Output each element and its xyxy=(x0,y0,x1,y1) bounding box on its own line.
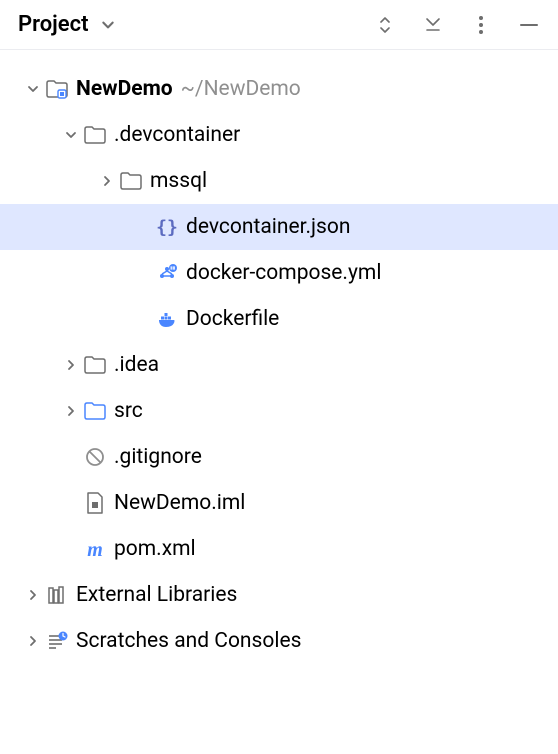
tree-item-label: src xyxy=(114,399,143,423)
tree-folder-row[interactable]: .devcontainer xyxy=(0,112,558,158)
tree-file-row[interactable]: m pom.xml xyxy=(0,526,558,572)
tree-libraries-row[interactable]: External Libraries xyxy=(0,572,558,618)
tree-scratches-row[interactable]: Scratches and Consoles xyxy=(0,618,558,664)
tree-folder-row[interactable]: mssql xyxy=(0,158,558,204)
tree-item-label: docker-compose.yml xyxy=(186,261,381,285)
tree-item-label: devcontainer.json xyxy=(186,215,350,239)
tree-item-label: NewDemo xyxy=(76,77,173,101)
tree-file-row-selected[interactable]: {} devcontainer.json xyxy=(0,204,558,250)
folder-icon xyxy=(118,171,144,191)
tree-item-label: Scratches and Consoles xyxy=(76,629,301,653)
panel-title: Project xyxy=(18,12,89,37)
tree-item-label: Dockerfile xyxy=(186,307,279,331)
tree-folder-row[interactable]: .idea xyxy=(0,342,558,388)
chevron-down-icon xyxy=(97,14,119,36)
more-icon[interactable] xyxy=(470,14,492,36)
chevron-right-icon[interactable] xyxy=(60,405,82,417)
chevron-right-icon[interactable] xyxy=(22,589,44,601)
tree-item-label: NewDemo.iml xyxy=(114,491,245,515)
maven-pom-icon: m xyxy=(82,538,108,560)
tree-root-row[interactable]: NewDemo ~/NewDemo xyxy=(0,66,558,112)
svg-text:{}: {} xyxy=(156,217,178,238)
svg-text:m: m xyxy=(87,539,103,560)
tree-file-row[interactable]: docker-compose.yml xyxy=(0,250,558,296)
tree-item-label: .idea xyxy=(114,353,159,377)
panel-title-group[interactable]: Project xyxy=(18,12,119,37)
folder-icon xyxy=(82,355,108,375)
tree-item-path: ~/NewDemo xyxy=(181,77,301,101)
chevron-down-icon[interactable] xyxy=(22,83,44,95)
iml-file-icon xyxy=(82,492,108,514)
docker-compose-icon xyxy=(154,262,180,284)
tree-item-label: External Libraries xyxy=(76,583,237,607)
chevron-right-icon[interactable] xyxy=(96,175,118,187)
folder-icon xyxy=(82,125,108,145)
gitignore-icon xyxy=(82,446,108,468)
minimize-icon[interactable] xyxy=(518,14,540,36)
chevron-down-icon[interactable] xyxy=(60,129,82,141)
dockerfile-icon xyxy=(154,308,180,330)
chevron-right-icon[interactable] xyxy=(22,635,44,647)
tree-item-label: mssql xyxy=(150,169,207,193)
project-tree: NewDemo ~/NewDemo .devcontainer mssql {}… xyxy=(0,50,558,664)
expand-collapse-icon[interactable] xyxy=(374,14,396,36)
library-icon xyxy=(44,584,70,606)
panel-header: Project xyxy=(0,0,558,50)
tree-item-label: pom.xml xyxy=(114,537,196,561)
collapse-all-icon[interactable] xyxy=(422,14,444,36)
tree-file-row[interactable]: .gitignore xyxy=(0,434,558,480)
source-folder-icon xyxy=(82,401,108,421)
tree-folder-row[interactable]: src xyxy=(0,388,558,434)
chevron-right-icon[interactable] xyxy=(60,359,82,371)
tree-item-label: .devcontainer xyxy=(114,123,240,147)
tree-item-label: .gitignore xyxy=(114,445,202,469)
scratches-icon xyxy=(44,630,70,652)
tree-file-row[interactable]: Dockerfile xyxy=(0,296,558,342)
panel-toolbar xyxy=(374,14,540,36)
project-folder-icon xyxy=(44,79,70,99)
tree-file-row[interactable]: NewDemo.iml xyxy=(0,480,558,526)
json-file-icon: {} xyxy=(154,216,180,238)
